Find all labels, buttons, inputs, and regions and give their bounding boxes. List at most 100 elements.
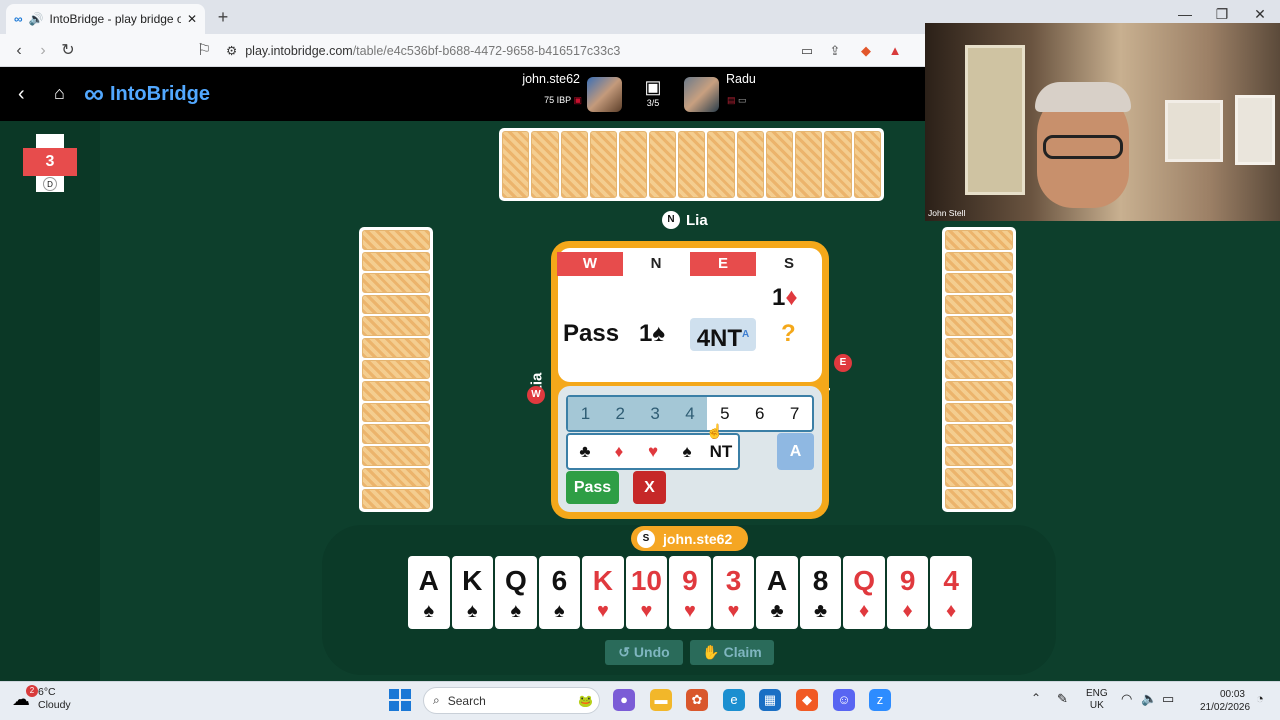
auction-call-east-2-alerted[interactable]: 4NTA xyxy=(690,318,756,352)
board-number: 3 xyxy=(35,148,65,176)
card-back xyxy=(362,402,430,423)
east-seat-badge: E xyxy=(834,354,852,372)
tournament-indicator[interactable]: ▣ 3/5 xyxy=(640,77,666,108)
edge-icon[interactable]: e xyxy=(723,689,745,711)
weather-widget[interactable]: ☁ 2 6°C Cloudy xyxy=(12,685,71,712)
language-indicator[interactable]: ENG UK xyxy=(1086,688,1108,712)
brave-browser-icon[interactable]: ◆ xyxy=(796,689,818,711)
card-back xyxy=(362,424,430,445)
card-back xyxy=(362,230,430,250)
wifi-icon[interactable]: ◠ xyxy=(1121,691,1132,707)
speech-icon: ▭ xyxy=(738,95,747,105)
hand-card[interactable]: A ♠ xyxy=(408,556,450,629)
hand-card[interactable]: K ♠ xyxy=(451,556,494,629)
card-back xyxy=(945,359,1013,380)
strain-spades-button[interactable]: ♠ xyxy=(670,435,704,468)
pen-tray-icon[interactable]: ✎ xyxy=(1057,691,1068,707)
infinity-logo-icon: ∞ xyxy=(84,78,104,109)
card-suit-icon: ♠ xyxy=(554,600,565,622)
card-back xyxy=(945,316,1013,337)
hand-card[interactable]: Q ♠ xyxy=(495,556,537,629)
hand-card[interactable]: 6 ♠ xyxy=(538,556,581,629)
alert-button[interactable]: A xyxy=(777,433,814,470)
search-label: Search xyxy=(447,693,486,708)
hand-card[interactable]: 10 ♥ xyxy=(625,556,668,629)
windows-start-icon[interactable] xyxy=(389,689,411,711)
volume-icon[interactable]: 🔈 xyxy=(1141,691,1157,707)
home-icon[interactable]: ⌂ xyxy=(54,83,65,104)
double-button[interactable]: X xyxy=(633,471,666,504)
hand-card[interactable]: Q ♦ xyxy=(843,556,885,629)
level-button-1[interactable]: 1 xyxy=(568,397,603,430)
card-back xyxy=(502,131,530,198)
clock-time: 00:03 xyxy=(1219,689,1245,700)
player1-avatar[interactable] xyxy=(587,77,622,112)
hand-card[interactable]: 3 ♥ xyxy=(712,556,755,629)
store-icon[interactable]: ▦ xyxy=(759,689,781,711)
claim-button[interactable]: ✋ Claim xyxy=(690,640,774,665)
bid-level-row: 1 2 3 4 5 6 7 xyxy=(566,395,814,432)
hand-card[interactable]: A ♣ xyxy=(756,556,798,629)
share-icon[interactable]: ⇪ xyxy=(826,42,844,60)
brave-shield-icon[interactable]: ◆ xyxy=(857,42,875,60)
intobridge-logo[interactable]: ∞ IntoBridge xyxy=(84,80,210,108)
card-back xyxy=(362,251,430,272)
cast-icon[interactable]: ▭ xyxy=(798,42,816,60)
claim-label: Claim xyxy=(723,644,762,660)
card-rank: 9 xyxy=(682,565,698,596)
forward-nav-button[interactable]: › xyxy=(32,40,54,62)
brave-rewards-icon[interactable]: ▲ xyxy=(886,42,904,60)
copilot-drop-icon[interactable]: ● xyxy=(613,689,635,711)
discord-icon[interactable]: ☺ xyxy=(833,689,855,711)
card-back xyxy=(362,273,430,293)
level-button-4[interactable]: 4 xyxy=(672,397,708,430)
zoom-icon[interactable]: z xyxy=(869,689,891,711)
url-field[interactable]: ⚙ play.intobridge.com/table/e4c536bf-b68… xyxy=(226,40,786,62)
card-suit-icon: ♥ xyxy=(727,600,740,622)
card-back xyxy=(765,131,794,198)
board-number-indicator: 3 D xyxy=(23,134,77,192)
south-player-name: john.ste62 xyxy=(663,530,733,547)
notifications-icon[interactable]: ◔ xyxy=(1256,691,1264,706)
pass-button[interactable]: Pass xyxy=(566,471,619,504)
browser-tab[interactable]: ∞ 🔊 IntoBridge - play bridge onlin ✕ xyxy=(6,4,205,34)
strain-clubs-button[interactable]: ♣ xyxy=(568,435,602,468)
dealer-marker: D xyxy=(43,177,57,191)
hand-card[interactable]: 9 ♥ xyxy=(669,556,711,629)
hand-card[interactable]: 8 ♣ xyxy=(799,556,842,629)
west-seat-badge: W xyxy=(527,386,545,404)
reload-button[interactable]: ↻ xyxy=(57,40,79,62)
player2-avatar[interactable] xyxy=(684,77,719,112)
card-back xyxy=(707,131,735,198)
level-button-3[interactable]: 3 xyxy=(637,397,673,430)
audio-playing-icon[interactable]: 🔊 xyxy=(29,12,44,26)
hand-card[interactable]: 9 ♦ xyxy=(886,556,929,629)
card-back xyxy=(677,131,706,198)
new-tab-button[interactable]: + xyxy=(212,6,234,28)
card-rank: 8 xyxy=(812,565,829,596)
battery-icon[interactable]: ▭ xyxy=(1162,691,1174,707)
undo-button[interactable]: ↺ Undo xyxy=(605,640,683,665)
close-tab-icon[interactable]: ✕ xyxy=(187,12,197,26)
hand-card[interactable]: K ♥ xyxy=(582,556,624,629)
back-nav-button[interactable]: ‹ xyxy=(8,40,30,62)
hand-card[interactable]: 4 ♦ xyxy=(930,556,972,629)
file-explorer-icon[interactable]: ▬ xyxy=(650,689,672,711)
wall-picture-right xyxy=(1165,100,1223,162)
back-button[interactable]: ‹ xyxy=(18,83,25,106)
card-rank: 9 xyxy=(899,565,916,596)
strain-diamonds-button[interactable]: ♦ xyxy=(602,435,636,468)
site-info-icon[interactable]: ⚙ xyxy=(226,40,237,62)
bookmark-icon[interactable]: ⚐ xyxy=(193,40,215,62)
system-clock[interactable]: 00:03 21/02/2026 xyxy=(1200,688,1250,714)
taskbar-search[interactable]: ⌕ Search 🐸 xyxy=(423,687,600,714)
strain-hearts-button[interactable]: ♥ xyxy=(636,435,670,468)
search-highlight-icon: 🐸 xyxy=(578,693,593,708)
undo-label: Undo xyxy=(633,644,670,660)
level-button-2[interactable]: 2 xyxy=(602,397,638,430)
keyboard-layout: UK xyxy=(1089,700,1104,711)
copilot-app-icon[interactable]: ✿ xyxy=(686,689,708,711)
level-button-7[interactable]: 7 xyxy=(777,397,812,430)
level-button-6[interactable]: 6 xyxy=(742,397,777,430)
tray-overflow-icon[interactable]: ⌃ xyxy=(1031,691,1041,705)
